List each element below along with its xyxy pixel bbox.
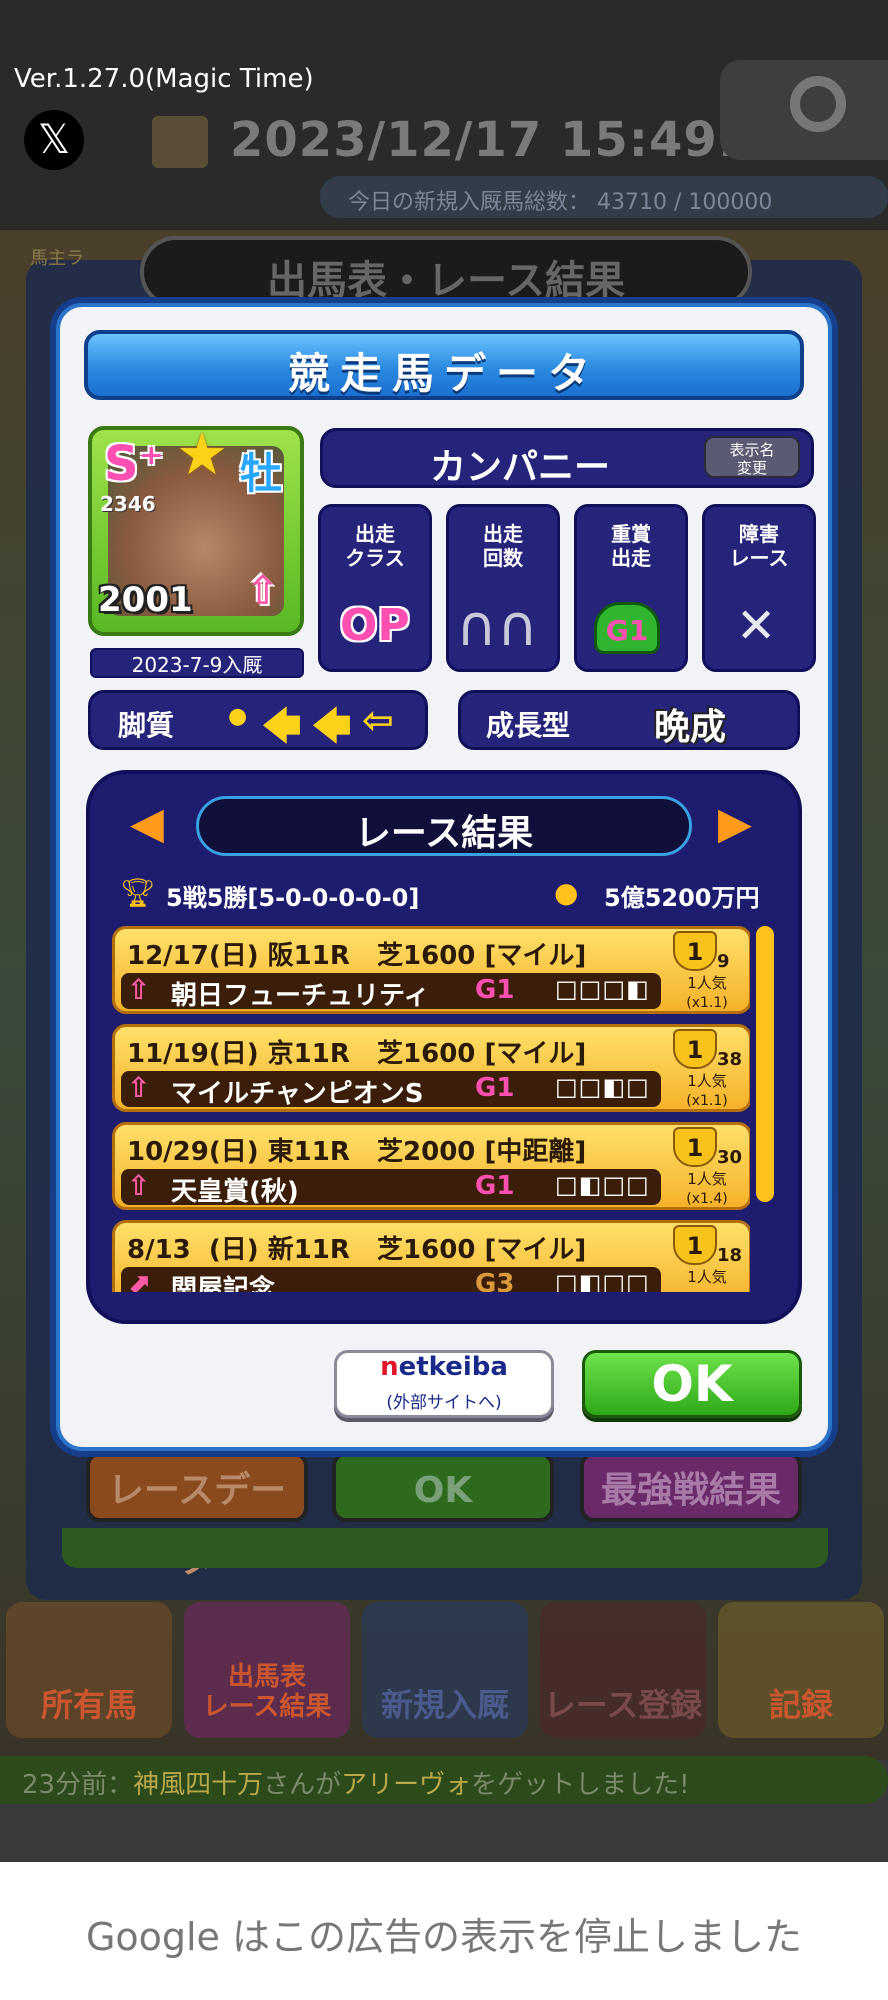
netkeiba-logo: netkeiba: [380, 1352, 508, 1382]
coin-icon: ●: [554, 876, 579, 909]
horseshoe-icon: ∩∩: [456, 594, 538, 659]
race-name: マイルチャンピオンS: [171, 1079, 424, 1109]
finish-rank: 1: [673, 1127, 717, 1167]
diagonal-arrow-icon: ⬈: [127, 1267, 151, 1292]
race-results-list[interactable]: 12/17(日) 阪11R 芝1600 [マイル] ⇧ 朝日フューチュリティ G…: [110, 926, 750, 1292]
running-style-label: 脚質: [118, 709, 175, 742]
results-scrollbar[interactable]: [756, 926, 774, 1202]
menu-label-register: レース登録: [543, 1686, 703, 1724]
menu-label-owned: 所有馬: [40, 1686, 137, 1724]
gear-icon[interactable]: [790, 76, 846, 132]
left-arrow-icon: 🡄: [262, 704, 302, 748]
background-green-bar: [62, 1528, 828, 1568]
growth-type-value: 晩成: [654, 707, 727, 748]
modal-title: 競走馬データ: [287, 349, 600, 398]
netkeiba-subtitle: (外部サイトへ): [386, 1393, 502, 1413]
stat-hurdle-label: 障害 レース: [729, 522, 789, 570]
race-name: 天皇賞(秋): [171, 1177, 299, 1207]
race-result-card[interactable]: 12/17(日) 阪11R 芝1600 [マイル] ⇧ 朝日フューチュリティ G…: [112, 926, 750, 1014]
field-size: 18: [717, 1245, 743, 1266]
trophy-icon: 🏆︎: [120, 876, 156, 909]
popularity: 1人気: [687, 1072, 727, 1090]
stat-class-label: 出走 クラス: [345, 522, 405, 570]
owner-label: 馬主ラ: [30, 248, 84, 269]
horse-number: 2346: [100, 492, 156, 516]
results-title: レース結果: [354, 813, 534, 854]
race-name: 朝日フューチュリティ: [171, 981, 430, 1011]
stat-graded-label: 重賞 出走: [611, 522, 651, 570]
popularity: 1人気: [687, 1170, 727, 1188]
star-icon: ★: [176, 420, 228, 488]
ok-button-label: OK: [651, 1355, 733, 1413]
up-arrow-icon: ⇧: [246, 568, 280, 614]
race-position-boxes: □◧□□: [555, 1171, 650, 1199]
race-grade: G1: [475, 1073, 515, 1103]
calendar-icon: [152, 116, 208, 168]
rename-button[interactable]: 表示名 変更: [704, 436, 800, 478]
career-prize: 5億5200万円: [604, 884, 760, 912]
odds: (x1.4): [686, 1191, 728, 1207]
popularity: 1人気: [687, 974, 727, 992]
race-result-card[interactable]: 8/13 (日) 新11R 芝1600 [マイル] ⬈ 関屋記念 G3 □◧□□…: [112, 1220, 750, 1292]
strongest-results-button[interactable]: 最強戦結果: [580, 1452, 802, 1522]
stat-count-label: 出走 回数: [483, 522, 523, 570]
horse-debut-date: 2023-7-9入厩: [90, 648, 304, 678]
race-name: 関屋記念: [171, 1275, 276, 1292]
race-info: 11/19(日) 京11R 芝1600 [マイル]: [127, 1039, 587, 1069]
left-arrow-icon: 🡄: [312, 704, 352, 748]
stat-hurdle-value: ✕: [736, 598, 777, 654]
race-data-button[interactable]: レースデータ: [86, 1452, 308, 1581]
version-label: Ver.1.27.0(Magic Time): [14, 64, 314, 94]
up-arrow-icon: ⇧: [127, 973, 151, 1006]
background-header-title: 出馬表・レース結果: [267, 258, 625, 304]
field-size: 38: [717, 1049, 743, 1070]
race-info: 8/13 (日) 新11R 芝1600 [マイル]: [127, 1235, 587, 1265]
menu-label-entries: 出馬表 レース結果: [202, 1662, 332, 1722]
next-tab-arrow-icon[interactable]: ▶: [718, 798, 752, 849]
horse-rank-badge: S⁺: [104, 436, 164, 492]
race-position-boxes: □□◧□: [555, 1073, 650, 1101]
menu-label-records: 記録: [768, 1686, 833, 1724]
left-arrow-outline-icon: ⇦: [362, 698, 394, 742]
race-position-boxes: □◧□□: [555, 1269, 650, 1292]
race-result-card[interactable]: 10/29(日) 東11R 芝2000 [中距離] ⇧ 天皇賞(秋) G1 □◧…: [112, 1122, 750, 1210]
field-size: 30: [717, 1147, 743, 1168]
new-horse-count: 今日の新規入厩馬総数： 43710 / 100000: [348, 190, 773, 215]
race-result-card[interactable]: 11/19(日) 京11R 芝1600 [マイル] ⇧ マイルチャンピオンS G…: [112, 1024, 750, 1112]
horse-name: カンパニー: [429, 447, 610, 488]
previous-tab-arrow-icon[interactable]: ◀: [130, 798, 164, 849]
race-info: 10/29(日) 東11R 芝2000 [中距離]: [127, 1137, 587, 1167]
field-size: 9: [717, 951, 730, 972]
race-grade: G3: [475, 1269, 515, 1292]
news-ticker-text: 23分前：神風四十万さんがアリーヴォをゲットしました!: [22, 1770, 690, 1800]
background-ok-button[interactable]: OK: [332, 1452, 554, 1522]
ad-message: Google はこの広告の表示を停止しました: [85, 1915, 803, 1959]
career-record: 5戦5勝[5-0-0-0-0-0]: [166, 884, 420, 912]
up-arrow-icon: ⇧: [127, 1169, 151, 1202]
up-arrow-icon: ⇧: [127, 1071, 151, 1104]
horse-year: 2001: [98, 580, 193, 620]
odds: (x1.1): [686, 995, 728, 1011]
race-position-boxes: □□□◧: [555, 975, 650, 1003]
x-share-icon[interactable]: 𝕏: [24, 110, 84, 170]
finish-rank: 1: [673, 1029, 717, 1069]
stat-class-value: OP: [340, 600, 410, 651]
horse-sex-badge: 牡: [240, 449, 283, 498]
menu-label-new: 新規入厩: [380, 1686, 509, 1724]
odds: (x1.1): [686, 1093, 728, 1109]
finish-rank: 1: [673, 931, 717, 971]
popularity: 1人気: [687, 1268, 727, 1286]
race-grade: G1: [475, 975, 515, 1005]
race-grade: G1: [475, 1171, 515, 1201]
race-info: 12/17(日) 阪11R 芝1600 [マイル]: [127, 941, 587, 971]
growth-type-label: 成長型: [486, 709, 571, 742]
running-style-dot: ●: [228, 704, 248, 729]
finish-rank: 1: [673, 1225, 717, 1265]
stat-graded-value: G1: [594, 602, 660, 654]
